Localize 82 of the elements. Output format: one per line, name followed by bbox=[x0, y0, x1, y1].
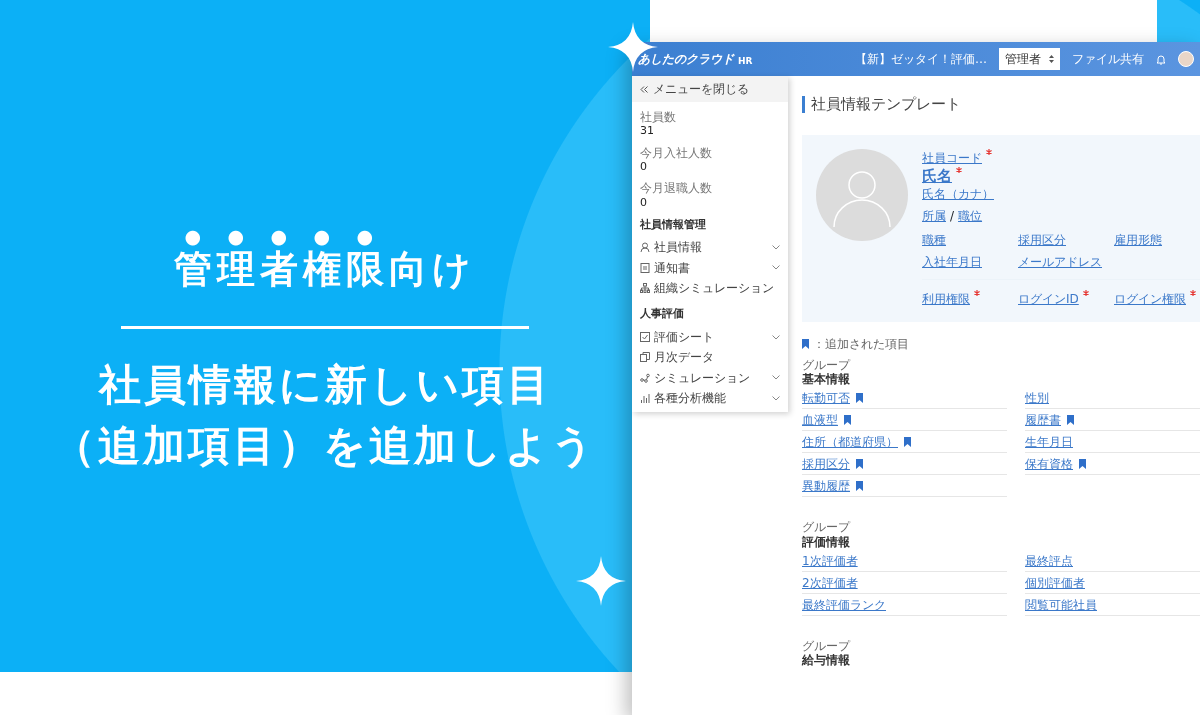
page-title: 社員情報テンプレート bbox=[802, 96, 1200, 113]
group-title: 基本情報 bbox=[802, 371, 851, 388]
sidebar-item[interactable]: 通知書 bbox=[640, 257, 780, 278]
field-link[interactable]: 入社年月日 bbox=[922, 254, 982, 269]
group-title: 給与情報 bbox=[802, 653, 851, 670]
bookmark-icon bbox=[856, 480, 863, 491]
bookmark-icon bbox=[802, 339, 809, 350]
sidebar-item[interactable]: 評価シート bbox=[640, 326, 780, 348]
field-link[interactable]: 最終評点 bbox=[1025, 551, 1073, 570]
stat-value: 0 bbox=[640, 159, 648, 174]
bookmark-icon bbox=[1079, 458, 1086, 469]
field-link[interactable]: 最終評価ランク bbox=[802, 595, 886, 614]
sparkle-icon bbox=[576, 556, 626, 606]
legend-text: ：追加された項目 bbox=[813, 337, 909, 351]
field-link[interactable]: 異動履歴 bbox=[802, 476, 850, 495]
stat-label: 今月入社人数 bbox=[640, 145, 713, 160]
field-link[interactable]: 血液型 bbox=[802, 410, 838, 429]
field-link[interactable]: 1次評価者 bbox=[802, 551, 858, 570]
group-title: 評価情報 bbox=[802, 534, 851, 551]
hero-subheading: 社員情報に新しい項目 bbox=[97, 358, 553, 411]
field-link[interactable]: 保有資格 bbox=[1025, 454, 1073, 473]
field-link[interactable]: 採用区分 bbox=[1018, 232, 1066, 247]
double-chevron-left-icon bbox=[640, 85, 648, 93]
field-link[interactable]: 職位 bbox=[958, 206, 983, 225]
field-link[interactable]: 住所（都道府県） bbox=[802, 432, 898, 451]
field-link[interactable]: 雇用形態 bbox=[1114, 232, 1162, 247]
field-link[interactable]: 生年月日 bbox=[1025, 432, 1073, 451]
bell-icon[interactable] bbox=[1156, 53, 1166, 65]
bookmark-icon bbox=[844, 414, 851, 425]
stat-value: 31 bbox=[640, 124, 655, 138]
section-heading: 社員情報管理 bbox=[640, 216, 707, 233]
updown-icon bbox=[1049, 55, 1054, 63]
section-heading: 人事評価 bbox=[640, 306, 685, 323]
field-link[interactable]: 履歴書 bbox=[1025, 410, 1061, 429]
field-link[interactable]: 社員コード bbox=[922, 148, 982, 167]
bar-chart-icon bbox=[640, 393, 650, 404]
stat-label: 今月退職人数 bbox=[640, 181, 713, 196]
field-link[interactable]: 採用区分 bbox=[802, 454, 850, 473]
sidebar-item[interactable]: 組織シミュレーション bbox=[640, 278, 780, 299]
checklist-icon bbox=[640, 332, 650, 343]
close-menu-button[interactable]: メニューを閉じる bbox=[632, 76, 788, 102]
bookmark-icon bbox=[856, 392, 863, 403]
sidebar-item[interactable]: 月次データ bbox=[640, 347, 780, 368]
group-caption: グループ bbox=[802, 640, 852, 654]
document-icon bbox=[640, 262, 650, 273]
field-link[interactable]: ログイン権限 bbox=[1114, 289, 1186, 308]
field-link[interactable]: 2次評価者 bbox=[802, 573, 858, 592]
sidebar-item[interactable]: シミュレーション bbox=[640, 367, 780, 389]
field-link[interactable]: ログインID bbox=[1018, 289, 1079, 308]
group-caption: グループ bbox=[802, 358, 852, 372]
bookmark-icon bbox=[856, 458, 863, 469]
stat-label: 社員数 bbox=[640, 110, 677, 125]
person-icon bbox=[640, 242, 650, 253]
copy-icon bbox=[640, 352, 650, 363]
app-logo[interactable]: あしたのクラウド bbox=[638, 50, 734, 68]
field-link[interactable]: 転勤可否 bbox=[802, 388, 850, 407]
slash-separator: / bbox=[950, 207, 955, 225]
name-link[interactable]: 氏名 bbox=[922, 166, 952, 185]
avatar-placeholder-icon bbox=[816, 148, 908, 241]
field-link[interactable]: 性別 bbox=[1025, 388, 1049, 407]
sidebar-item[interactable]: 社員情報 bbox=[640, 237, 780, 258]
hero-subheading: （追加項目）を追加しよう bbox=[53, 419, 597, 472]
sidebar-item[interactable]: 各種分析機能 bbox=[640, 388, 780, 409]
bookmark-icon bbox=[1067, 414, 1074, 425]
org-chart-icon bbox=[640, 283, 650, 294]
field-link[interactable]: 職種 bbox=[922, 232, 946, 247]
notice-link[interactable]: 【新】ゼッタイ！評価… bbox=[855, 50, 987, 68]
field-link[interactable]: 個別評価者 bbox=[1025, 573, 1085, 592]
bookmark-icon bbox=[904, 436, 911, 447]
field-link[interactable]: メールアドレス bbox=[1018, 254, 1102, 269]
network-icon bbox=[640, 372, 650, 383]
logo-suffix: HR bbox=[738, 54, 753, 68]
stat-value: 0 bbox=[640, 195, 648, 209]
field-link[interactable]: 所属 bbox=[922, 206, 946, 225]
field-link[interactable]: 利用権限 bbox=[922, 289, 970, 308]
group-caption: グループ bbox=[802, 521, 852, 535]
role-select[interactable]: 管理者 bbox=[999, 48, 1060, 70]
hero-heading: 管理者権限向け bbox=[174, 246, 476, 294]
file-share-link[interactable]: ファイル共有 bbox=[1072, 50, 1144, 68]
user-avatar[interactable] bbox=[1178, 51, 1194, 67]
field-link[interactable]: 閲覧可能社員 bbox=[1025, 595, 1097, 614]
field-link[interactable]: 氏名（カナ） bbox=[922, 184, 994, 203]
